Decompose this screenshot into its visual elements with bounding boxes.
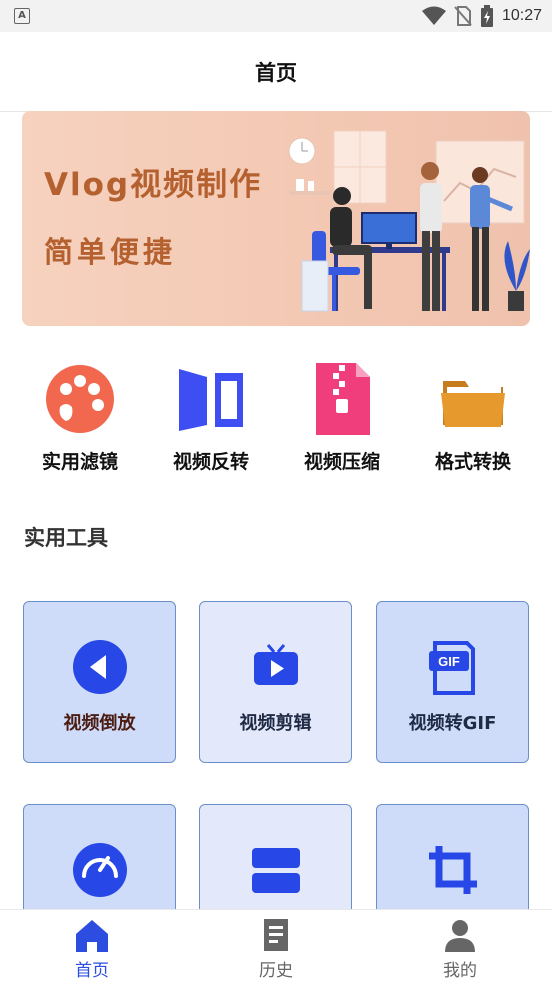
tab-label: 历史 [259, 961, 293, 981]
banner-subline: 简单便捷 [44, 235, 177, 269]
history-icon [264, 919, 288, 951]
tab-profile[interactable]: 我的 [368, 910, 552, 981]
folder-icon [441, 381, 505, 427]
home-icon [76, 920, 108, 952]
tv-play-icon [253, 644, 298, 685]
no-sim-icon [454, 6, 472, 26]
tab-home[interactable]: 首页 [0, 910, 184, 981]
play-reverse-icon [72, 640, 127, 694]
tool-card-label: 视频倒放 [63, 713, 136, 734]
gif-badge-text: GIF [438, 654, 460, 669]
quick-action-convert[interactable]: 格式转换 [414, 355, 532, 485]
tab-history[interactable]: 历史 [184, 910, 368, 981]
quick-action-label: 实用滤镜 [41, 451, 118, 473]
quick-action-label: 视频反转 [172, 451, 249, 473]
tab-label: 我的 [443, 961, 477, 981]
zip-file-icon [316, 363, 370, 435]
speedometer-icon [72, 843, 127, 897]
quick-action-label: 格式转换 [434, 451, 511, 473]
split-icon [251, 848, 300, 893]
status-bar: A 10:27 [0, 0, 552, 32]
bottom-tab-bar: 首页 历史 我的 [0, 909, 552, 981]
quick-action-flip[interactable]: 视频反转 [152, 355, 270, 485]
quick-actions: 实用滤镜 视频反转 视频压缩 格式转换 [0, 355, 552, 485]
crop-icon [428, 846, 477, 894]
profile-icon [445, 920, 475, 952]
quick-action-label: 视频压缩 [303, 451, 380, 473]
gif-file-icon: GIF [428, 641, 475, 695]
battery-charging-icon [480, 5, 493, 27]
quick-action-filters[interactable]: 实用滤镜 [21, 355, 139, 485]
tool-card-edit[interactable]: 视频剪辑 [199, 601, 352, 763]
tool-card-reverse[interactable]: 视频倒放 [23, 601, 176, 763]
section-title: 实用工具 [24, 526, 108, 550]
tool-card-gif[interactable]: GIF 视频转GIF [376, 601, 529, 763]
office-illustration [288, 130, 530, 312]
app-header: 首页 [0, 32, 552, 112]
page-title: 首页 [255, 60, 297, 85]
tool-card-label: 视频剪辑 [239, 713, 312, 734]
flip-icon [179, 369, 243, 431]
app-notification-icon: A [14, 8, 30, 24]
promo-banner[interactable]: Vlog视频制作 简单便捷 [22, 111, 530, 326]
status-icons: 10:27 [421, 5, 542, 27]
tab-label: 首页 [75, 961, 109, 981]
status-time: 10:27 [501, 7, 542, 24]
wifi-icon [421, 6, 446, 25]
quick-action-compress[interactable]: 视频压缩 [283, 355, 401, 485]
banner-headline: Vlog视频制作 [44, 167, 263, 203]
tool-card-label: 视频转GIF [408, 713, 497, 734]
palette-icon [46, 365, 114, 433]
